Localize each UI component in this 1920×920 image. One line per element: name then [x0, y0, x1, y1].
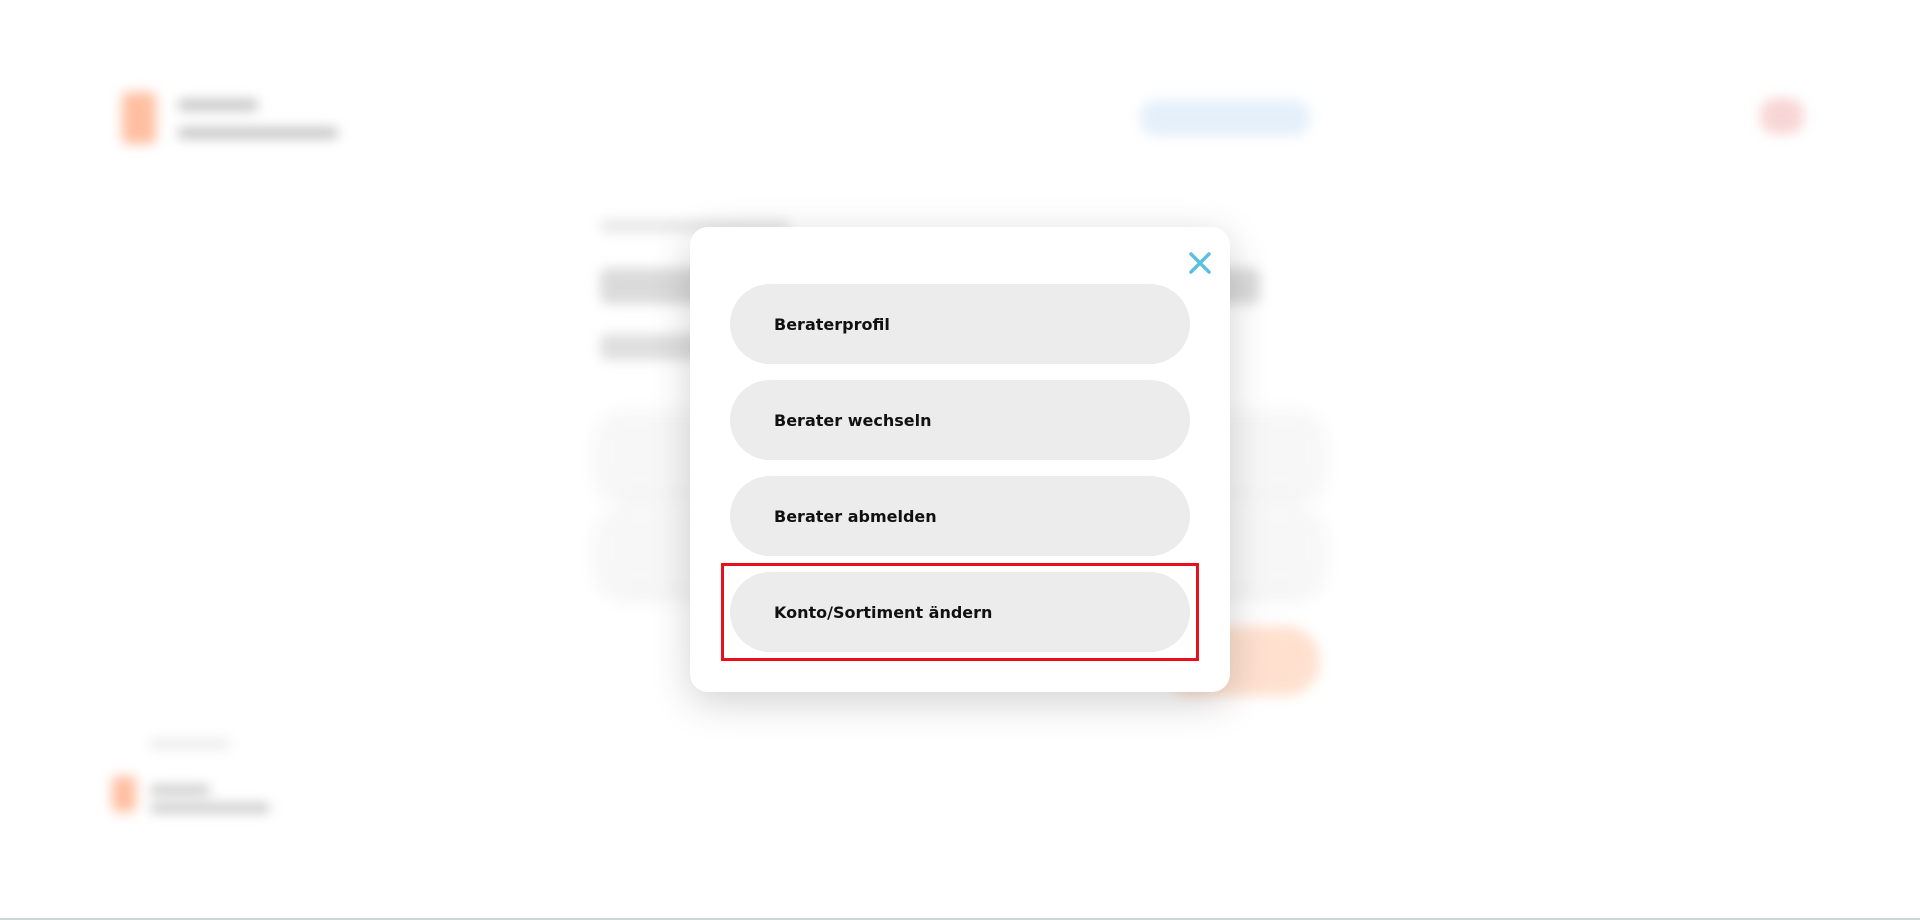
background-header-pill: [1140, 100, 1310, 136]
berater-wechseln-button[interactable]: Berater wechseln: [730, 380, 1190, 460]
menu-option-label: Konto/Sortiment ändern: [774, 602, 993, 622]
background-logo-text: [178, 100, 258, 110]
menu-option-label: Berater wechseln: [774, 410, 932, 430]
background-logo-subtext: [178, 128, 338, 138]
berater-abmelden-button[interactable]: Berater abmelden: [730, 476, 1190, 556]
background-footer-logo-text: [150, 786, 210, 794]
background-footer-logo-icon: [112, 776, 136, 812]
background-footer-logo-subtext: [150, 804, 270, 812]
background-footer-text: [150, 740, 230, 748]
close-icon: [1189, 252, 1211, 274]
menu-option-label: Berater abmelden: [774, 506, 937, 526]
close-button[interactable]: [1186, 249, 1214, 277]
menu-option-label: Beraterprofil: [774, 314, 890, 334]
background-flag-icon: [1760, 98, 1804, 134]
berater-profil-button[interactable]: Beraterprofil: [730, 284, 1190, 364]
konto-sortiment-aendern-button[interactable]: Konto/Sortiment ändern: [730, 572, 1190, 652]
background-logo-icon: [122, 92, 156, 144]
